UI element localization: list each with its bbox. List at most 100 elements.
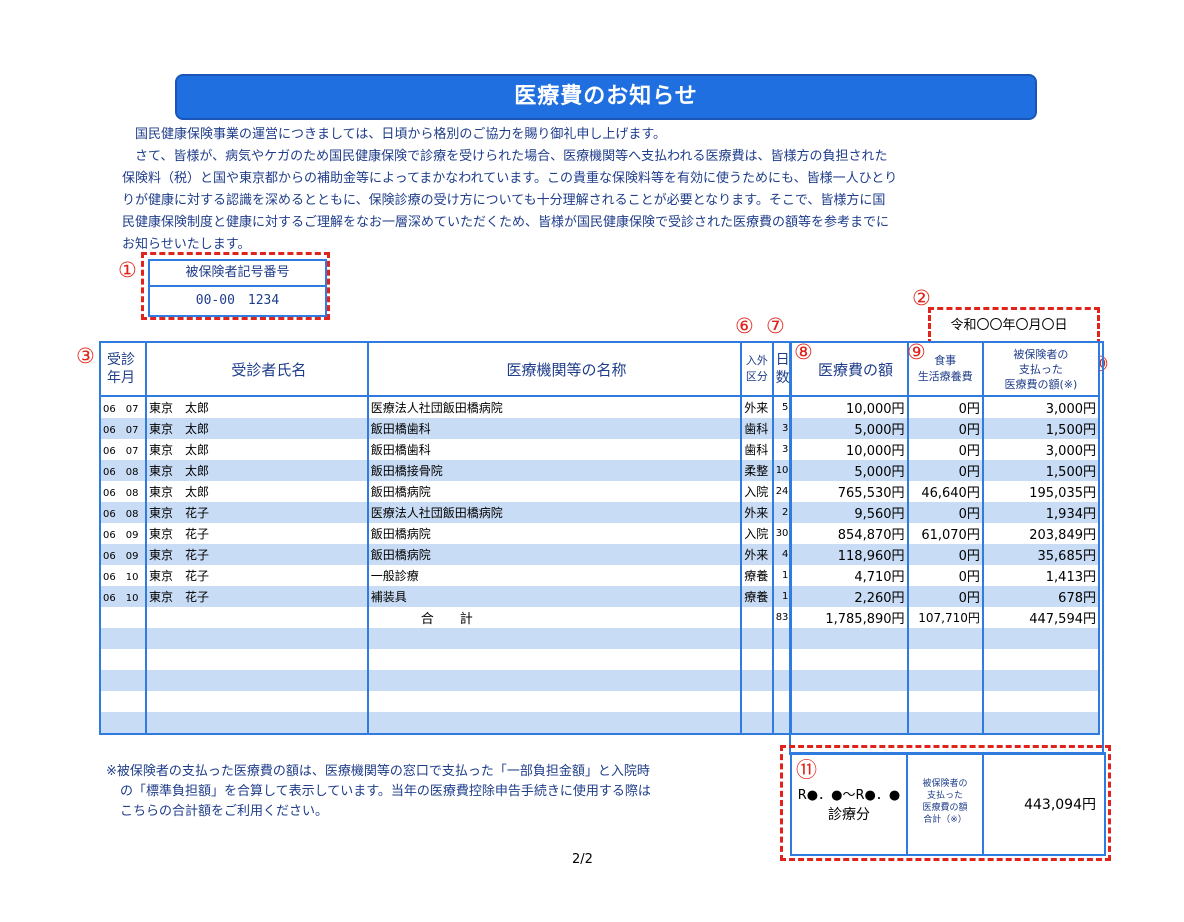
marker-1: ① — [118, 258, 137, 282]
cell-empty — [790, 691, 909, 712]
cell-paid: 1,500円 — [981, 418, 1101, 439]
cell-facility: 医療法人社団飯田橋病院 — [366, 502, 743, 523]
cell-empty — [981, 649, 1101, 670]
cell-empty — [366, 628, 743, 649]
cell-name: 東京 花子 — [145, 502, 369, 523]
intro-line: 国民健康保険事業の運営につきましては、日頃から格別のご協力を賜り御礼申し上げます… — [135, 127, 667, 142]
issue-date: 令和〇〇年〇月〇日 — [950, 318, 1068, 333]
header-month-line: 受診 — [107, 352, 135, 368]
cell-total-days: 83 — [771, 607, 793, 628]
cell-empty — [981, 670, 1101, 691]
header-type-line: 入外 — [745, 354, 768, 367]
marker-8: ⑧ — [794, 340, 813, 364]
marker-6: ⑥ — [735, 314, 754, 338]
cell-empty — [98, 670, 148, 691]
cell-type: 柔整 — [740, 460, 774, 481]
summary-label-line: 支払った — [926, 791, 963, 801]
cell-empty — [906, 628, 984, 649]
cell-type: 歯科 — [740, 439, 774, 460]
cell-empty — [771, 691, 793, 712]
cell-days: 1 — [771, 586, 793, 607]
cell-empty — [98, 712, 148, 735]
cell-empty — [906, 649, 984, 670]
table-row: 06 10 東京 花子 補装具 療養 1 2,260円 0円 678円 — [98, 586, 1101, 607]
cell-facility: 飯田橋接骨院 — [366, 460, 743, 481]
cell-empty — [981, 712, 1101, 735]
intro-line: さて、皆様が、病気やケガのため国民健康保険で診療を受けられた場合、医療機関等へ支… — [135, 149, 888, 164]
intro-text: 国民健康保険事業の運営につきましては、日頃から格別のご協力を賜り御礼申し上げます… — [122, 124, 1062, 256]
header-days: 日 数 — [771, 341, 793, 397]
cell-cost: 2,260円 — [790, 586, 909, 607]
medical-cost-table: 受診 年月 受診者氏名 医療機関等の名称 入外 区分 日 数 医療費の額 食事 … — [98, 341, 1101, 735]
cell-empty — [145, 628, 369, 649]
cell-name: 東京 太郎 — [145, 481, 369, 502]
table-row: 06 09 東京 花子 飯田橋病院 入院 30 854,870円 61,070円 203,84… — [98, 523, 1101, 544]
table-empty-row — [98, 691, 1101, 712]
cell-paid: 1,934円 — [981, 502, 1101, 523]
summary-label: 被保険者の 支払った 医療費の額 合計（※） — [908, 778, 982, 826]
cell-empty — [145, 649, 369, 670]
cell-empty — [906, 691, 984, 712]
table-empty-row — [98, 670, 1101, 691]
cell-cost: 854,870円 — [790, 523, 909, 544]
intro-line: りが健康に対する認識を深めるとともに、保険診療の受け方についても十分理解されるこ… — [122, 193, 886, 208]
header-patient-name: 受診者氏名 — [145, 341, 369, 397]
summary-period-suffix: 診療分 — [828, 807, 870, 823]
cell-facility: 飯田橋病院 — [366, 523, 743, 544]
cell-name: 東京 花子 — [145, 523, 369, 544]
cell-ym: 06 09 — [98, 544, 148, 565]
cell-facility: 一般診療 — [366, 565, 743, 586]
cell-empty — [771, 712, 793, 735]
table-row: 06 07 東京 太郎 飯田橋歯科 歯科 3 10,000円 0円 3,000円 — [98, 439, 1101, 460]
cell-meal: 61,070円 — [906, 523, 984, 544]
cell-facility: 飯田橋病院 — [366, 481, 743, 502]
cell-cost: 118,960円 — [790, 544, 909, 565]
cell-cost: 4,710円 — [790, 565, 909, 586]
cell-empty — [906, 670, 984, 691]
cell-type — [740, 607, 774, 628]
header-facility: 医療機関等の名称 — [366, 341, 743, 397]
cell-days: 3 — [771, 418, 793, 439]
table-total-row: 合 計 83 1,785,890円 107,710円 447,594円 — [98, 607, 1101, 628]
cell-empty — [98, 628, 148, 649]
page-title: 医療費のお知らせ — [175, 74, 1037, 120]
cell-empty — [790, 712, 909, 735]
cell-empty — [906, 712, 984, 735]
summary-amount: 443,094円 — [1024, 797, 1096, 813]
cell-type: 入院 — [740, 481, 774, 502]
cell-meal: 0円 — [906, 439, 984, 460]
marker-7: ⑦ — [766, 314, 785, 338]
header-days-line: 数 — [775, 370, 790, 386]
cell-days: 10 — [771, 460, 793, 481]
table-empty-row — [98, 628, 1101, 649]
cell-paid: 678円 — [981, 586, 1101, 607]
cell-days: 30 — [771, 523, 793, 544]
cell-name — [145, 607, 369, 628]
cell-empty — [145, 670, 369, 691]
header-days-line: 日 — [775, 352, 790, 368]
cell-empty — [771, 628, 793, 649]
cell-meal: 0円 — [906, 565, 984, 586]
insured-id-value: 00-00 1234 — [195, 293, 280, 308]
header-paid-line: 支払った — [1018, 362, 1063, 376]
cell-empty — [366, 691, 743, 712]
cell-ym: 06 10 — [98, 565, 148, 586]
summary-label-line: 医療費の額 — [922, 803, 968, 813]
cell-empty — [790, 670, 909, 691]
cell-days: 24 — [771, 481, 793, 502]
cell-ym: 06 07 — [98, 439, 148, 460]
cell-ym: 06 07 — [98, 418, 148, 439]
insured-id-label: 被保険者記号番号 — [150, 261, 325, 287]
cell-name: 東京 花子 — [145, 586, 369, 607]
header-type: 入外 区分 — [740, 341, 774, 397]
cell-name: 東京 花子 — [145, 544, 369, 565]
cell-type: 療養 — [740, 565, 774, 586]
cell-empty — [740, 712, 774, 735]
table-row: 06 10 東京 花子 一般診療 療養 1 4,710円 0円 1,413円 — [98, 565, 1101, 586]
cell-paid: 3,000円 — [981, 439, 1101, 460]
cell-name: 東京 太郎 — [145, 460, 369, 481]
cell-meal: 0円 — [906, 396, 984, 418]
cell-empty — [145, 691, 369, 712]
cell-type: 療養 — [740, 586, 774, 607]
cell-facility: 飯田橋歯科 — [366, 439, 743, 460]
